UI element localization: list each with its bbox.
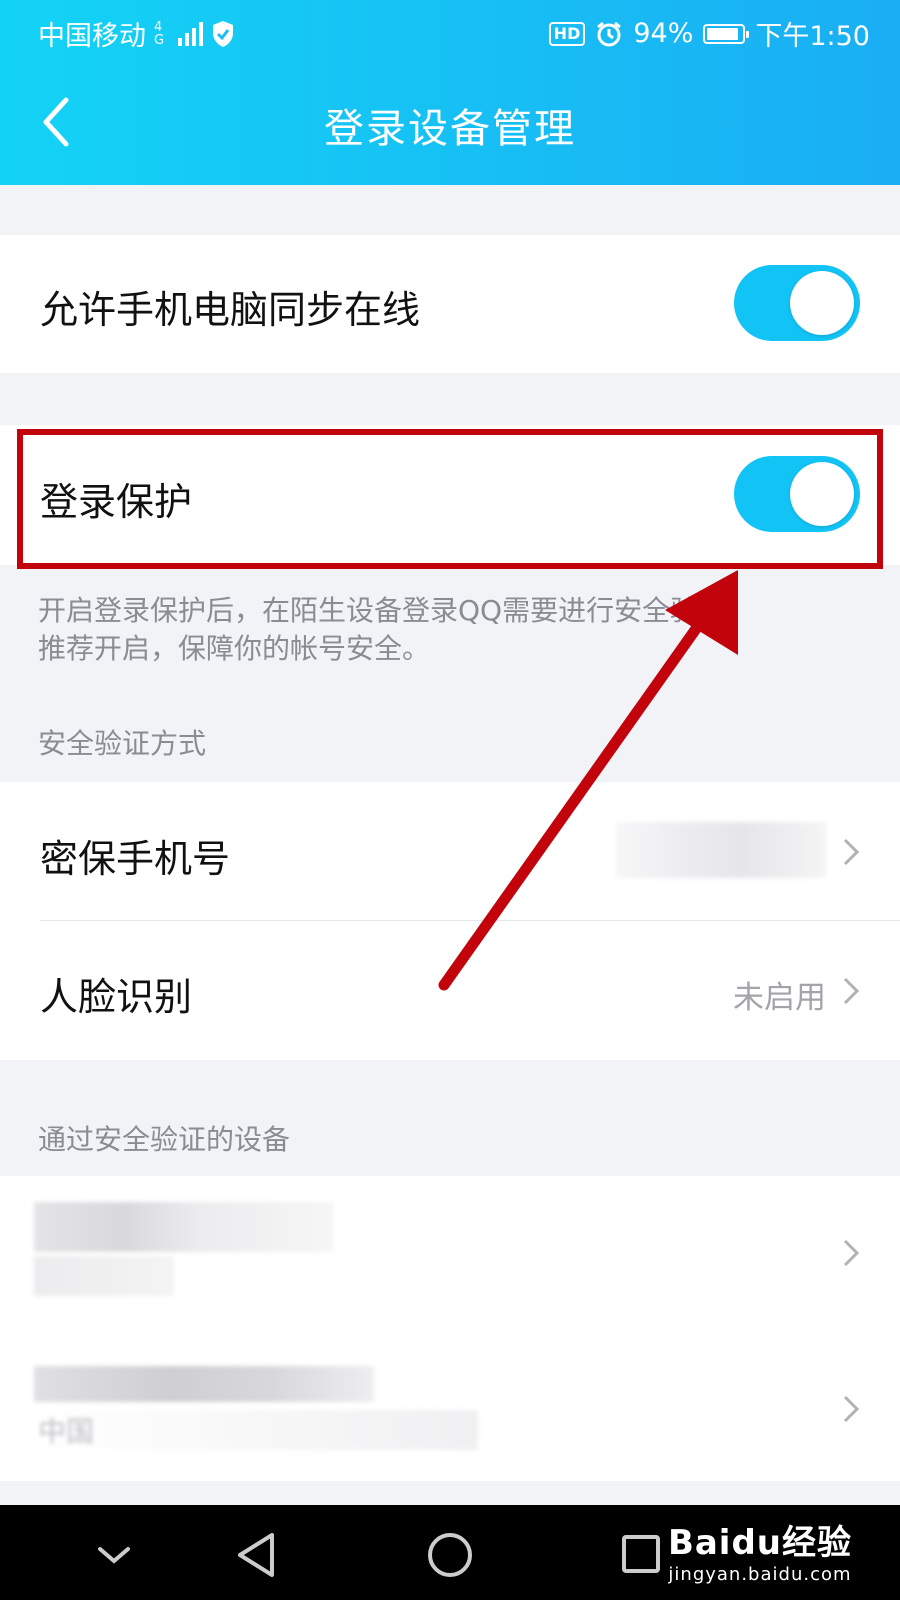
- back-triangle-icon[interactable]: [232, 1525, 282, 1585]
- device-location-text: 中国: [38, 1415, 95, 1448]
- login-protect-hint: 开启登录保护后，在陌生设备登录QQ需要进行安全验证。 推荐开启，保障你的帐号安全…: [38, 592, 868, 668]
- device-time-masked: [34, 1256, 174, 1296]
- watermark-brand: Baidu经验: [667, 1523, 852, 1563]
- clock-text: 下午1:50: [755, 21, 870, 52]
- face-recognition-label: 人脸识别: [40, 975, 193, 1019]
- verify-section-title: 安全验证方式: [38, 727, 207, 760]
- chevron-right-icon[interactable]: [842, 1238, 860, 1268]
- battery-icon: [703, 23, 750, 44]
- page-title: 登录设备管理: [324, 106, 576, 152]
- recent-apps-square-icon[interactable]: [616, 1525, 666, 1585]
- chevron-right-icon[interactable]: [842, 1394, 860, 1424]
- signal-icon: [178, 21, 203, 46]
- face-recognition-status: 未启用: [733, 980, 826, 1016]
- app-header: 中国移动 4G HD 94% 下午1:50 登录设备管理: [0, 0, 900, 185]
- network-type: 4G: [154, 19, 165, 48]
- phone-number-masked: [616, 822, 826, 878]
- chevron-right-icon[interactable]: [842, 837, 860, 867]
- divider: [40, 920, 900, 921]
- battery-percent: 94%: [633, 18, 694, 49]
- device-name-masked: [34, 1366, 374, 1402]
- verify-methods-card: 密保手机号 人脸识别 未启用: [0, 782, 900, 1060]
- chevron-right-icon[interactable]: [842, 976, 860, 1006]
- baidu-watermark: Baidu经验 jingyan.baidu.com: [668, 1515, 852, 1585]
- watermark-url: jingyan.baidu.com: [668, 1564, 852, 1585]
- shield-icon: [213, 20, 233, 47]
- alarm-icon: [597, 21, 622, 46]
- home-circle-icon[interactable]: [420, 1525, 480, 1585]
- status-bar: 中国移动 4G HD 94% 下午1:50: [0, 0, 900, 62]
- sync-online-toggle[interactable]: [734, 265, 860, 341]
- sync-online-row: 允许手机电脑同步在线: [0, 235, 900, 373]
- device-location-masked: 中国: [38, 1410, 478, 1450]
- highlight-annotation-box: [17, 429, 883, 569]
- phone-label: 密保手机号: [40, 837, 231, 881]
- device-name-masked: [34, 1202, 334, 1252]
- hd-icon: HD: [548, 21, 586, 46]
- chevron-down-icon[interactable]: [94, 1525, 134, 1585]
- system-nav-bar: Baidu经验 jingyan.baidu.com: [0, 1505, 900, 1600]
- devices-card: 中国: [0, 1176, 900, 1481]
- toggle-knob: [790, 271, 854, 335]
- hint-line-2: 推荐开启，保障你的帐号安全。: [38, 632, 431, 665]
- devices-section-title: 通过安全验证的设备: [38, 1123, 291, 1156]
- sync-online-label: 允许手机电脑同步在线: [40, 288, 421, 332]
- status-right: HD 94% 下午1:50: [548, 14, 870, 53]
- hint-line-1: 开启登录保护后，在陌生设备登录QQ需要进行安全验证。: [38, 594, 755, 627]
- status-left: 中国移动 4G: [38, 14, 235, 53]
- carrier-text: 中国移动: [38, 21, 146, 52]
